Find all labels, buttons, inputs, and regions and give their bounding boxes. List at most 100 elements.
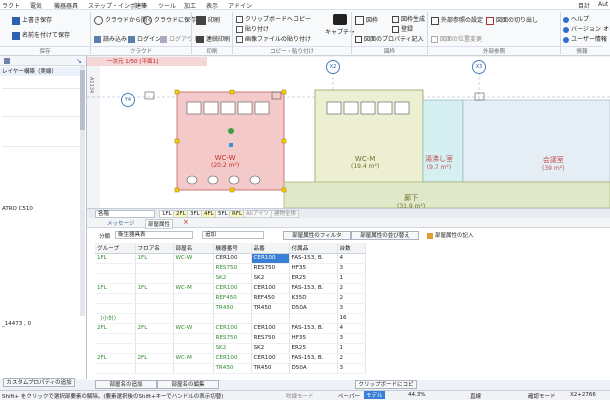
table-cell[interactable]: RES750 bbox=[213, 263, 252, 274]
table-cell[interactable]: HF35 bbox=[289, 333, 338, 344]
table-cell[interactable]: SK2 bbox=[251, 273, 290, 284]
menu-item-8[interactable]: アドイン bbox=[228, 1, 252, 10]
cut-drawing-button[interactable]: 図面の切り出し bbox=[486, 15, 538, 25]
table-row[interactable]: 1FL 1FL WC-M CER100 CER100 FAS-153, B. 2 bbox=[95, 283, 366, 294]
tab-all-isometric[interactable]: Allアイソ bbox=[243, 210, 273, 218]
user-info-button[interactable]: ユーザー情報 bbox=[563, 34, 607, 43]
table-cell[interactable]: 2 bbox=[337, 283, 366, 294]
table-cell[interactable]: 2FL bbox=[135, 323, 174, 334]
drawing-frame-button[interactable]: 図枠 bbox=[355, 15, 378, 25]
room-corridor[interactable] bbox=[283, 181, 610, 209]
table-row[interactable]: SK2 SK2 ER25 1 bbox=[95, 343, 366, 354]
table-row[interactable]: TR450 TR450 D50A 3 bbox=[95, 303, 366, 314]
table-cell[interactable] bbox=[95, 293, 136, 304]
login-button[interactable]: ログイン bbox=[128, 34, 161, 43]
table-cell[interactable]: REF450 bbox=[251, 293, 290, 304]
table-cell[interactable]: FAS-153, B. bbox=[289, 253, 338, 264]
table-cell[interactable]: 1 bbox=[337, 273, 366, 284]
table-cell[interactable]: RES750 bbox=[251, 333, 290, 344]
table-cell[interactable]: HF35 bbox=[289, 263, 338, 274]
help-button[interactable]: ヘルプ bbox=[563, 14, 589, 23]
column-header[interactable]: グループ bbox=[95, 243, 136, 254]
column-header[interactable]: フロア名 bbox=[135, 243, 174, 254]
menu-right-1[interactable]: Aut bbox=[598, 1, 608, 8]
table-cell[interactable]: CER100 bbox=[251, 323, 290, 334]
table-cell[interactable]: 3 bbox=[337, 263, 366, 274]
add-custom-property-button[interactable]: カスタムプロパティの追加 bbox=[3, 378, 75, 387]
table-cell[interactable]: RES750 bbox=[251, 263, 290, 274]
floor-select[interactable]: 各階 bbox=[95, 210, 155, 218]
print-button[interactable]: 印刷 bbox=[196, 15, 220, 25]
column-header[interactable]: 部屋名 bbox=[173, 243, 214, 254]
logout-button[interactable]: ログアウト bbox=[160, 34, 199, 43]
save-as-button[interactable]: 名前を付けて保存 bbox=[12, 30, 70, 40]
category-select[interactable]: 衛生器具表 bbox=[115, 231, 193, 239]
table-cell[interactable]: TR450 bbox=[251, 303, 290, 314]
table-cell[interactable]: TR450 bbox=[213, 303, 252, 314]
table-row[interactable]: 2FL 2FL WC-W CER100 CER100 FAS-153, B. 4 bbox=[95, 323, 366, 334]
table-cell[interactable] bbox=[95, 363, 136, 374]
tab-message[interactable]: メッセージ bbox=[107, 219, 134, 227]
table-cell[interactable]: 3 bbox=[337, 363, 366, 374]
snap-mode[interactable]: 吹線モード bbox=[286, 392, 314, 400]
rotation-handle[interactable] bbox=[228, 128, 234, 134]
center-handle[interactable] bbox=[229, 143, 233, 147]
table-cell[interactable]: SK2 bbox=[251, 343, 290, 354]
add-select[interactable]: 追加 bbox=[202, 231, 264, 239]
table-cell[interactable]: CER100 bbox=[213, 283, 252, 294]
column-header[interactable]: 品番 bbox=[251, 243, 290, 254]
cloud-save-button[interactable]: クラウドに保存 bbox=[143, 15, 196, 25]
copy-clipboard-button[interactable]: クリップボードにコピー bbox=[355, 380, 417, 396]
table-cell[interactable]: K35D bbox=[289, 293, 338, 304]
table-cell[interactable] bbox=[173, 273, 214, 284]
table-cell[interactable]: TR450 bbox=[251, 363, 290, 374]
table-cell[interactable] bbox=[95, 333, 136, 344]
tab-whole-building[interactable]: 建物全体 bbox=[271, 210, 300, 218]
table-cell[interactable]: 3 bbox=[337, 303, 366, 314]
room-attr-write-button[interactable]: 部屋属性の記入 bbox=[427, 231, 474, 239]
table-cell[interactable] bbox=[251, 313, 290, 324]
table-cell[interactable] bbox=[289, 313, 338, 324]
menu-item-6[interactable]: 加工 bbox=[184, 1, 196, 10]
table-cell[interactable]: 4 bbox=[337, 323, 366, 334]
menu-item-5[interactable]: ツール bbox=[158, 1, 176, 10]
table-cell[interactable]: 2 bbox=[337, 353, 366, 364]
menu-item-2[interactable]: 機器器具 bbox=[54, 1, 78, 10]
table-cell[interactable]: （小計） bbox=[95, 313, 136, 324]
table-cell[interactable]: 1FL bbox=[135, 253, 174, 264]
table-cell[interactable]: SK2 bbox=[213, 343, 252, 354]
table-cell[interactable] bbox=[95, 273, 136, 284]
ortho-mode[interactable]: 直線 bbox=[470, 392, 481, 400]
table-cell[interactable]: TR450 bbox=[213, 363, 252, 374]
table-cell[interactable] bbox=[95, 343, 136, 354]
table-cell[interactable]: WC-W bbox=[173, 253, 214, 264]
table-cell[interactable] bbox=[173, 313, 214, 324]
table-cell[interactable]: CER100 bbox=[251, 353, 290, 364]
drawing-canvas[interactable]: 一次元 1/50 [平面1] X2 X3 Y4 A1134 WC-W (20.2 … bbox=[87, 57, 610, 210]
table-cell[interactable]: 1FL bbox=[95, 253, 136, 264]
paper-mode[interactable]: ペーパー bbox=[338, 392, 360, 400]
table-cell[interactable] bbox=[173, 363, 214, 374]
image-paste-button[interactable]: 画像ファイルの貼り付け bbox=[236, 34, 311, 43]
drawing-property-button[interactable]: 図面のプロパティ記入 bbox=[355, 34, 424, 43]
table-cell[interactable]: 2FL bbox=[95, 353, 136, 364]
table-cell[interactable] bbox=[213, 313, 252, 324]
close-icon[interactable]: × bbox=[183, 218, 189, 226]
menu-item-1[interactable]: 電気 bbox=[30, 1, 42, 10]
menu-right-0[interactable]: 目計 bbox=[578, 1, 590, 10]
add-room-name-button[interactable]: 部屋名の追加 bbox=[95, 380, 157, 389]
table-cell[interactable]: FAS-153, B. bbox=[289, 323, 338, 334]
tab-room-attribute[interactable]: 部屋属性 bbox=[145, 219, 174, 229]
frame-generate-button[interactable]: 図枠生成 bbox=[392, 14, 425, 23]
position-change-button[interactable]: 図面の位置変更 bbox=[431, 34, 482, 43]
view-title-tab[interactable]: 一次元 1/50 [平面1] bbox=[107, 57, 158, 65]
table-cell[interactable] bbox=[173, 263, 214, 274]
room-attr-filter-button[interactable]: 部屋属性のフィルタ bbox=[283, 231, 351, 240]
table-cell[interactable]: SK2 bbox=[213, 273, 252, 284]
table-row[interactable]: REF450 REF450 K35D 2 bbox=[95, 293, 366, 304]
clipboard-copy-button[interactable]: クリップボードへコピー bbox=[236, 14, 311, 23]
edit-room-name-button[interactable]: 部屋名の編集 bbox=[157, 380, 219, 389]
column-header[interactable]: 機器番号 bbox=[213, 243, 252, 254]
table-cell[interactable] bbox=[135, 263, 174, 274]
table-cell[interactable]: 1FL bbox=[95, 283, 136, 294]
